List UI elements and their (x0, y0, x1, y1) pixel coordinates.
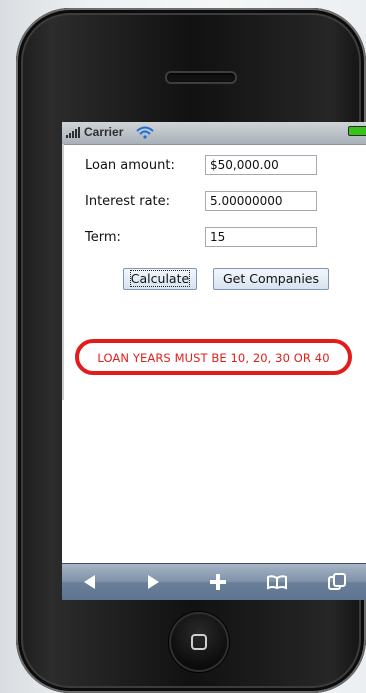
get-companies-button-label: Get Companies (223, 271, 319, 286)
home-button[interactable] (169, 612, 229, 672)
content-left-edge (62, 144, 64, 400)
back-icon[interactable] (79, 571, 101, 593)
bookmarks-icon[interactable] (266, 571, 288, 593)
signal-icon (66, 127, 80, 138)
loan-amount-input[interactable] (205, 155, 317, 175)
calculate-button[interactable]: Calculate (123, 268, 197, 290)
interest-rate-input[interactable] (205, 191, 317, 211)
loan-amount-label: Loan amount: (85, 158, 175, 173)
wifi-icon (136, 126, 154, 139)
error-message: LOAN YEARS MUST BE 10, 20, 30 OR 40 (97, 351, 330, 365)
browser-toolbar (62, 563, 366, 600)
term-input[interactable] (205, 227, 317, 247)
status-bar: Carrier (62, 122, 366, 145)
phone-frame: Carrier Loan amount: Interest rate: Term… (16, 8, 366, 693)
calculate-button-label: Calculate (129, 270, 191, 287)
term-label: Term: (85, 230, 121, 245)
get-companies-button[interactable]: Get Companies (213, 268, 329, 290)
carrier-label: Carrier (84, 125, 124, 139)
phone-screen: Carrier Loan amount: Interest rate: Term… (62, 122, 366, 600)
pages-icon[interactable] (326, 571, 348, 593)
interest-rate-label: Interest rate: (85, 194, 171, 209)
battery-icon (348, 126, 366, 136)
forward-icon[interactable] (142, 571, 164, 593)
error-highlight: LOAN YEARS MUST BE 10, 20, 30 OR 40 (75, 339, 352, 375)
add-icon[interactable] (207, 571, 229, 593)
home-square-icon (191, 634, 207, 650)
speaker-grille (165, 71, 237, 84)
